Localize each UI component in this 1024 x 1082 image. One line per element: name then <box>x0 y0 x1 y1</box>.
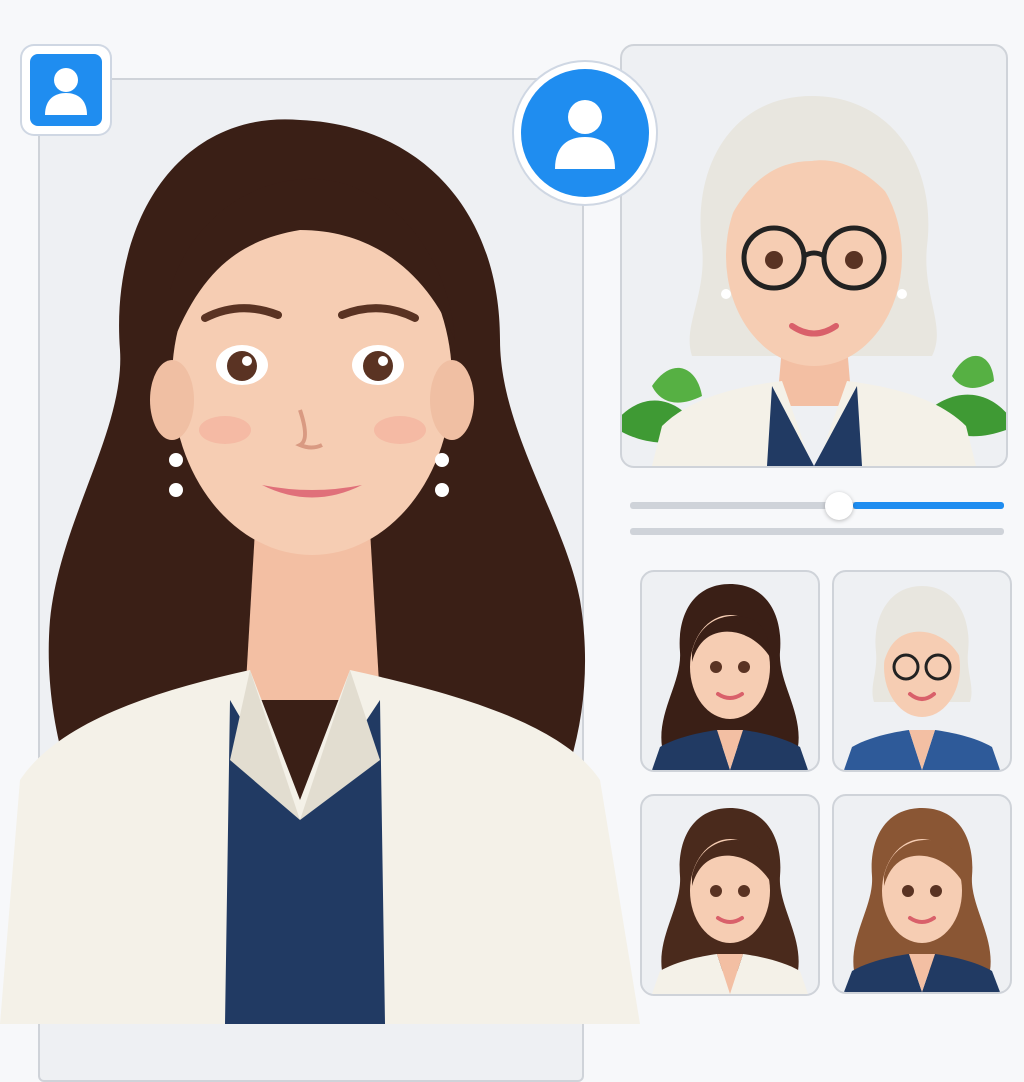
preview-portrait <box>622 96 1006 466</box>
thumbnail-portrait <box>652 584 808 770</box>
slider-knob[interactable] <box>825 492 854 520</box>
preview-portrait-panel <box>620 44 1008 468</box>
user-silhouette-icon <box>45 68 87 115</box>
thumbnail-option[interactable] <box>640 570 820 772</box>
thumbnail-portrait <box>844 808 1000 992</box>
profile-button-round[interactable] <box>514 62 656 204</box>
thumbnail-portrait <box>844 586 1000 770</box>
slider-track-secondary <box>630 528 1004 535</box>
age-slider[interactable] <box>630 492 1004 520</box>
profile-button-square[interactable] <box>22 46 110 134</box>
thumbnail-portrait <box>652 808 808 994</box>
slider-fill <box>853 502 1004 509</box>
main-portrait <box>0 119 640 1024</box>
thumbnail-option[interactable] <box>832 570 1012 772</box>
user-silhouette-icon <box>555 100 615 169</box>
thumbnail-option[interactable] <box>640 794 820 996</box>
thumbnail-option[interactable] <box>832 794 1012 994</box>
